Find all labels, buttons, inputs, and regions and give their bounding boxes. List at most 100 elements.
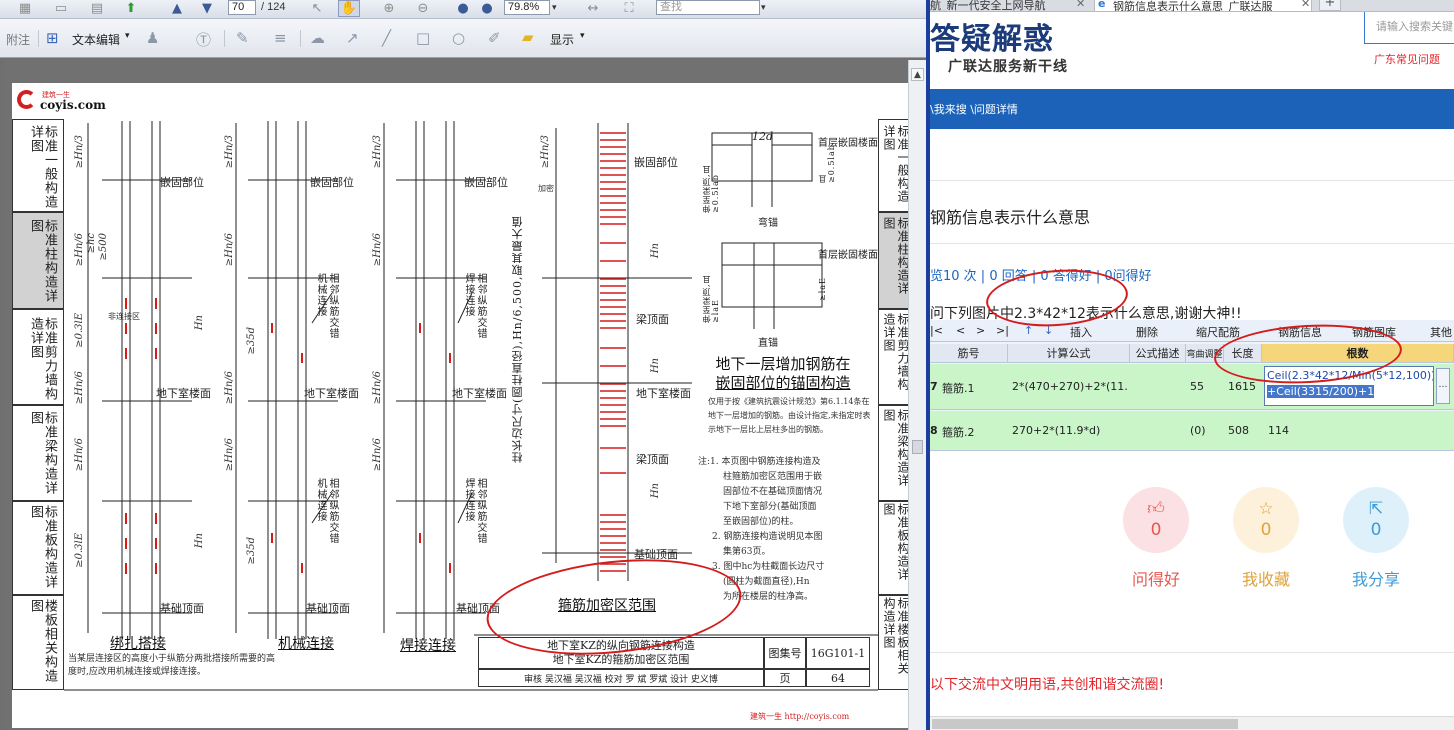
close-tab-icon[interactable]: ✕ [1076, 0, 1085, 10]
grid-toolbar-item: ↑ [1024, 324, 1034, 337]
cloud-shape-icon[interactable]: ☁ [310, 29, 325, 47]
dim-label: Hn [650, 358, 661, 374]
weld-connection-caption: 焊接连接 [400, 638, 456, 654]
favorite-circle[interactable]: ☆ 0 [1233, 487, 1299, 553]
grid-header-cell: 计算公式 [1008, 344, 1130, 363]
reader-toolbar-top: ▦ ▭ ▤ ⬆ ▲ ▼ 70 / 124 ↖ ✋ ⊕ ⊖ ● ● 79.8% ▾… [0, 0, 926, 19]
page-up-icon[interactable]: ▲ [166, 0, 188, 17]
upload-icon[interactable]: ⬆ [120, 0, 142, 17]
grid-toolbar-item: 其他 [1430, 326, 1452, 339]
basement-floor-label: 地下室楼面 [452, 387, 507, 400]
pencil-icon[interactable]: ✐ [488, 29, 501, 47]
breadcrumb[interactable]: \我来搜 \问题详情 [930, 101, 1018, 117]
text-edit-button[interactable]: 文本编辑 [72, 31, 120, 48]
show-button[interactable]: 显示 [550, 31, 574, 48]
share-count: 0 [1370, 520, 1382, 540]
fit-page-icon[interactable]: ⛶ [618, 0, 640, 17]
zoom-in-circle-icon[interactable]: ● [476, 0, 498, 17]
grid-cell-adjust: 55 [1190, 380, 1204, 393]
text-edit-icon[interactable]: ⊞ [46, 29, 59, 47]
line-shape-icon[interactable]: ╱ [382, 29, 391, 47]
note-line: 柱箍筋加密区范围用于嵌 [723, 472, 823, 482]
stamp-icon[interactable]: ♟ [146, 29, 159, 47]
text-annotation-icon[interactable]: Ⓣ [196, 29, 211, 50]
zoom-input[interactable]: 79.8% [504, 0, 550, 15]
zoom-dropdown-icon[interactable]: ▾ [552, 0, 557, 15]
anchor-length-label: ≥laE [818, 277, 827, 301]
beam-top-label: 梁顶面 [636, 313, 669, 326]
scroll-up-icon[interactable]: ▲ [911, 68, 924, 81]
embed-position-label: 嵌固部位 [310, 176, 354, 189]
dim-label: ≥Hn/6 [74, 438, 85, 472]
embed-position-label: 嵌固部位 [634, 156, 678, 169]
document-viewport[interactable]: 建筑一生 coyis.com 标准一般构造详图 标准柱构造详图 标准剪力墙构造详… [4, 60, 908, 730]
share-label[interactable]: 我分享 [1343, 566, 1409, 590]
thumb-up-icon: 👍︎ [1147, 499, 1165, 519]
weld-stagger-note: 相邻纵筋交错焊接连接 [463, 273, 486, 339]
rectangle-shape-icon[interactable]: □ [416, 29, 430, 47]
zoom-out-icon[interactable]: ⊖ [412, 0, 434, 17]
grid-toolbar-item: < [956, 324, 966, 337]
zoom-in-icon[interactable]: ⊕ [378, 0, 400, 17]
beam-top-label: 梁顶面 [636, 453, 669, 466]
scroll-thumb[interactable] [932, 719, 1238, 729]
ask-good-circle[interactable]: 👍︎ 0 [1123, 487, 1189, 553]
weld-stagger-note: 相邻纵筋交错焊接连接 [463, 478, 486, 544]
attach-label[interactable]: 附注 [6, 31, 30, 48]
close-tab-icon[interactable]: ✕ [1301, 0, 1310, 10]
save-icon[interactable]: ▭ [50, 0, 72, 17]
site-search-input[interactable]: 请输入搜索关键 [1364, 12, 1454, 44]
find-input[interactable]: 查找 [656, 0, 760, 15]
toolbar-separator [38, 30, 39, 47]
new-tab-button[interactable]: + [1319, 0, 1341, 11]
dim-label: ≥Hn/6 [224, 371, 235, 405]
ellipse-shape-icon[interactable]: ○ [452, 29, 465, 47]
favorite-label[interactable]: 我收藏 [1233, 566, 1299, 590]
mechanical-connection-caption: 机械连接 [278, 636, 334, 652]
dim-label: ≥Hn/3 [540, 135, 551, 169]
zoom-out-circle-icon[interactable]: ● [452, 0, 474, 17]
page-number: 64 [806, 669, 870, 687]
favorite-count: 0 [1260, 520, 1272, 540]
list-icon[interactable]: ≡ [274, 29, 287, 47]
dim-label: Hn [650, 243, 661, 259]
text-edit-dropdown-icon[interactable]: ▾ [125, 31, 130, 41]
fit-width-icon[interactable]: ↔ [582, 0, 604, 17]
action-share[interactable]: ⇱ 0 我分享 [1343, 487, 1409, 590]
hot-question-link[interactable]: 广东常见问题 [1374, 51, 1440, 67]
site-nav-bar: \我来搜 \问题详情 [930, 89, 1454, 129]
find-dropdown-icon[interactable]: ▾ [761, 0, 766, 15]
anchor-length-label: 且≥0.5lab [818, 144, 836, 183]
grid-row-index: 8 [930, 424, 938, 437]
bottom-note: 当某层连接区的高度小于纵筋分两批搭接所需要的高度时,应改用机械连接或焊接连接。 [68, 654, 276, 677]
select-cursor-icon[interactable]: ↖ [306, 0, 328, 17]
ask-good-label[interactable]: 问得好 [1123, 566, 1189, 590]
screen: ▦ ▭ ▤ ⬆ ▲ ▼ 70 / 124 ↖ ✋ ⊕ ⊖ ● ● 79.8% ▾… [0, 0, 1454, 730]
comment-icon[interactable]: ▰ [522, 28, 534, 46]
arrow-shape-icon[interactable]: ↗ [346, 29, 359, 47]
page-number-input[interactable]: 70 [228, 0, 256, 15]
page-down-icon[interactable]: ▼ [196, 0, 218, 17]
hand-tool-icon[interactable]: ✋ [338, 0, 360, 17]
dim-label: ≥Hn/3 [372, 135, 383, 169]
highlight-icon[interactable]: ✎ [236, 29, 249, 47]
email-icon[interactable]: ▤ [86, 0, 108, 17]
action-ask-good[interactable]: 👍︎ 0 问得好 [1123, 487, 1189, 590]
browser-tab-bar: 航_新一代安全上网导航 ✕ 钢筋信息表示什么意思_广联达服 e ✕ + [930, 0, 1454, 12]
note-line: 至嵌固部位)的柱。 [723, 517, 799, 527]
print-icon[interactable]: ▦ [14, 0, 36, 17]
show-dropdown-icon[interactable]: ▾ [580, 31, 585, 41]
browser-horizontal-scrollbar[interactable] [930, 716, 1454, 730]
action-favorite[interactable]: ☆ 0 我收藏 [1233, 487, 1299, 590]
share-circle[interactable]: ⇱ 0 [1343, 487, 1409, 553]
grid-cell-count: 114 [1268, 424, 1289, 437]
tab-navigation[interactable]: 航_新一代安全上网导航 [930, 0, 1076, 11]
reader-vertical-scrollbar[interactable]: ▲ [908, 60, 926, 730]
footer-url: 建筑一生 http://coyis.com [750, 712, 850, 721]
scroll-thumb[interactable] [912, 440, 923, 454]
dim-label: ≥Hn/6 [372, 371, 383, 405]
grid-row-index: 7 [930, 380, 938, 393]
pdf-reader-window: ▦ ▭ ▤ ⬆ ▲ ▼ 70 / 124 ↖ ✋ ⊕ ⊖ ● ● 79.8% ▾… [0, 0, 926, 730]
tab-rebar-question[interactable]: 钢筋信息表示什么意思_广联达服 [1094, 0, 1312, 11]
grid-toolbar-item: 缩尺配筋 [1196, 326, 1240, 339]
